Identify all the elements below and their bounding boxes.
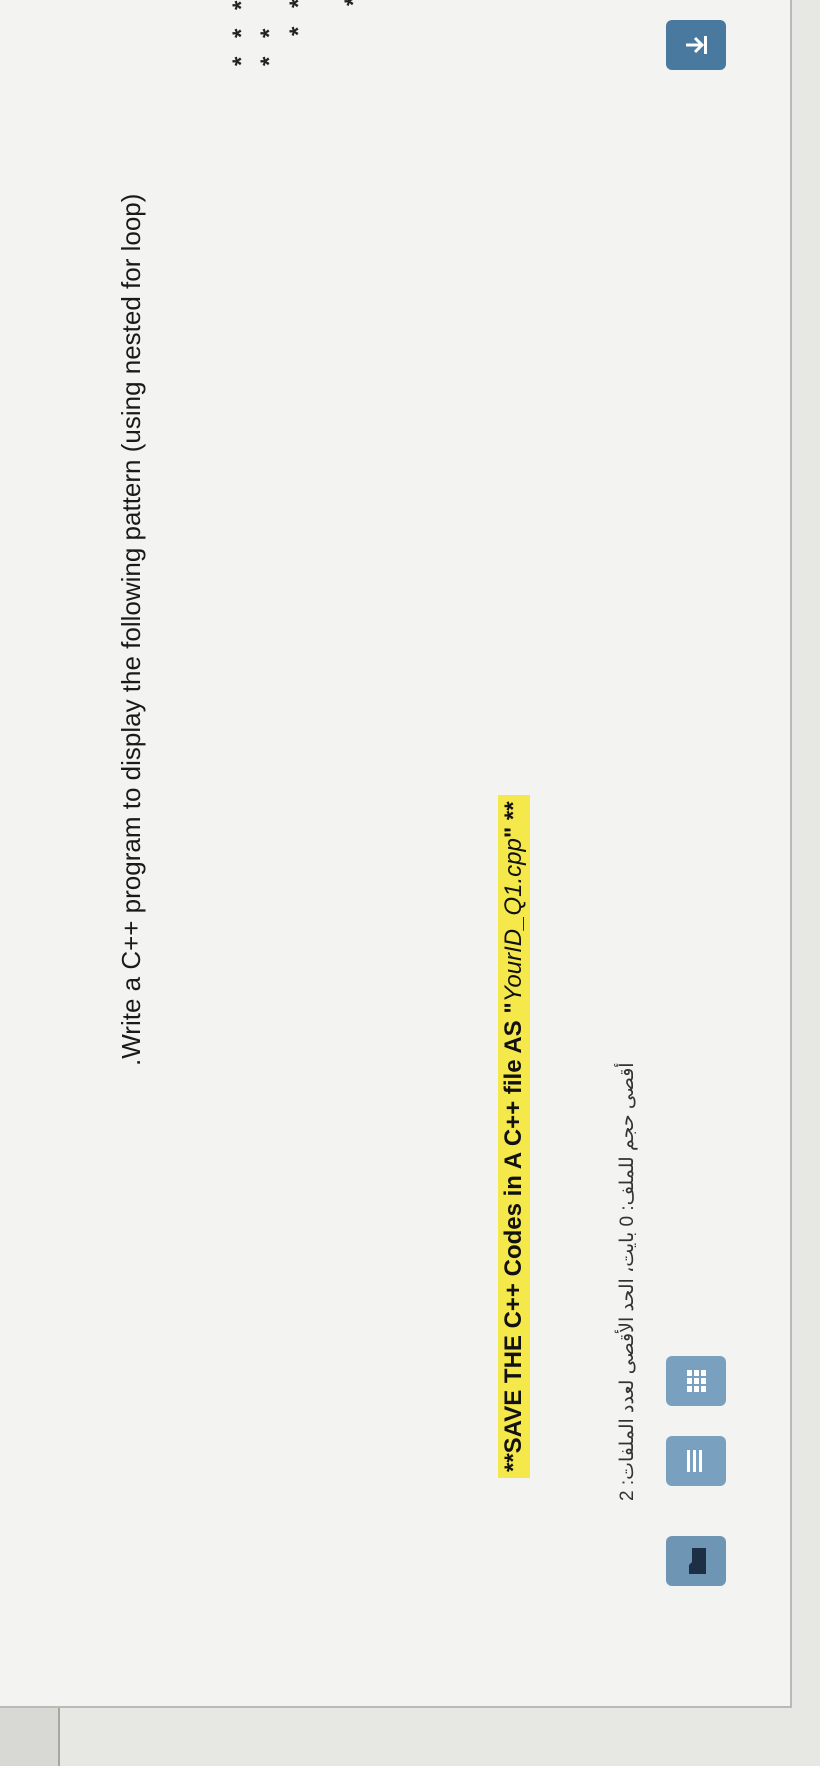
add-file-icon [683,32,709,58]
folder-button[interactable] [666,1536,726,1586]
pattern-row-2: * * * [285,0,312,36]
question-panel: .Write a C++ program to display the foll… [0,0,792,1708]
pattern-row-1: * * * * * * [228,0,283,66]
save-instruction-prefix: **SAVE THE C++ Codes in A C++ file AS " [500,1002,527,1472]
save-instruction-suffix: " ** [500,801,527,839]
folder-icon [685,1547,707,1575]
grid-view-button[interactable] [666,1356,726,1406]
save-instruction: **SAVE THE C++ Codes in A C++ file AS "Y… [498,795,530,1478]
add-file-button[interactable] [666,20,726,70]
rotated-screen: .Write a C++ program to display the foll… [0,0,820,1766]
save-filename: YourID_Q1.cpp [500,838,527,1003]
question-text: .Write a C++ program to display the foll… [116,193,146,1066]
file-picker-toolbar [652,0,742,1706]
list-view-button[interactable] [666,1436,726,1486]
pattern-row-3: * [340,0,368,6]
upload-limits: أقصى حجم للملف: 0 بايت، الحد الأقصى لعدد… [617,1062,638,1501]
list-view-icon [685,1448,707,1474]
grid-view-icon [685,1368,707,1394]
